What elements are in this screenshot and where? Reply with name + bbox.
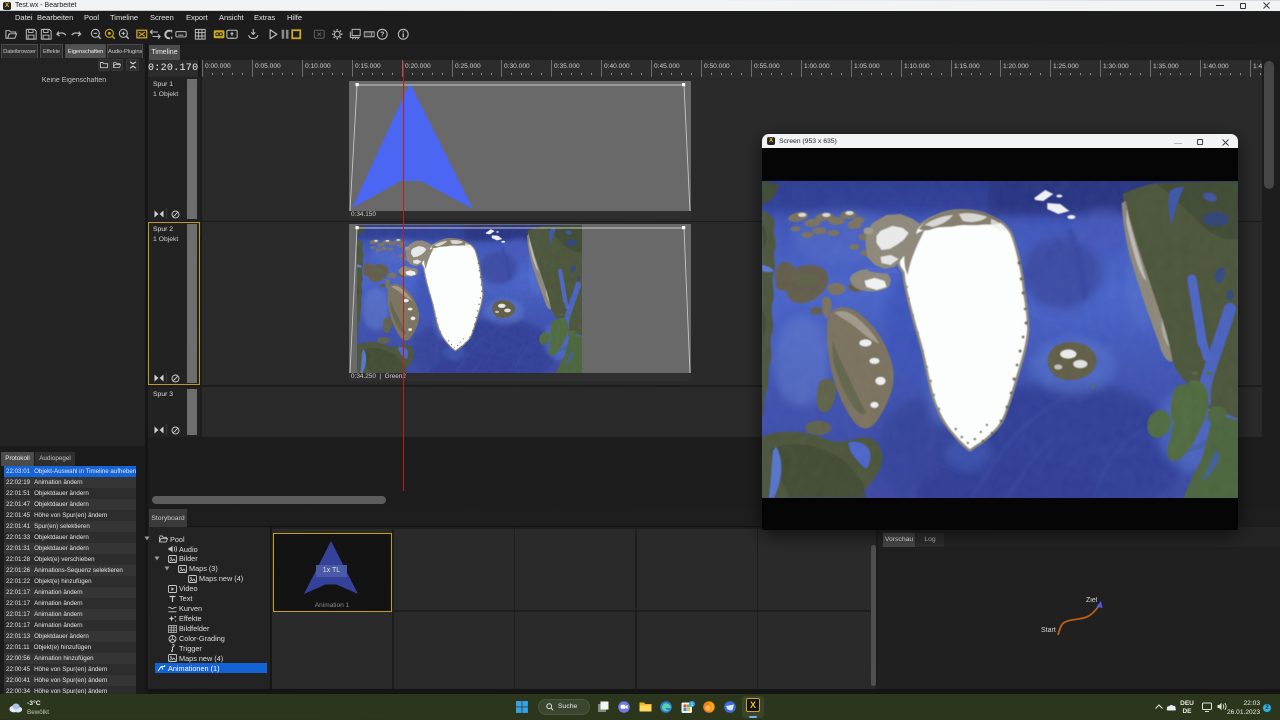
- svg-text:?: ?: [380, 31, 384, 39]
